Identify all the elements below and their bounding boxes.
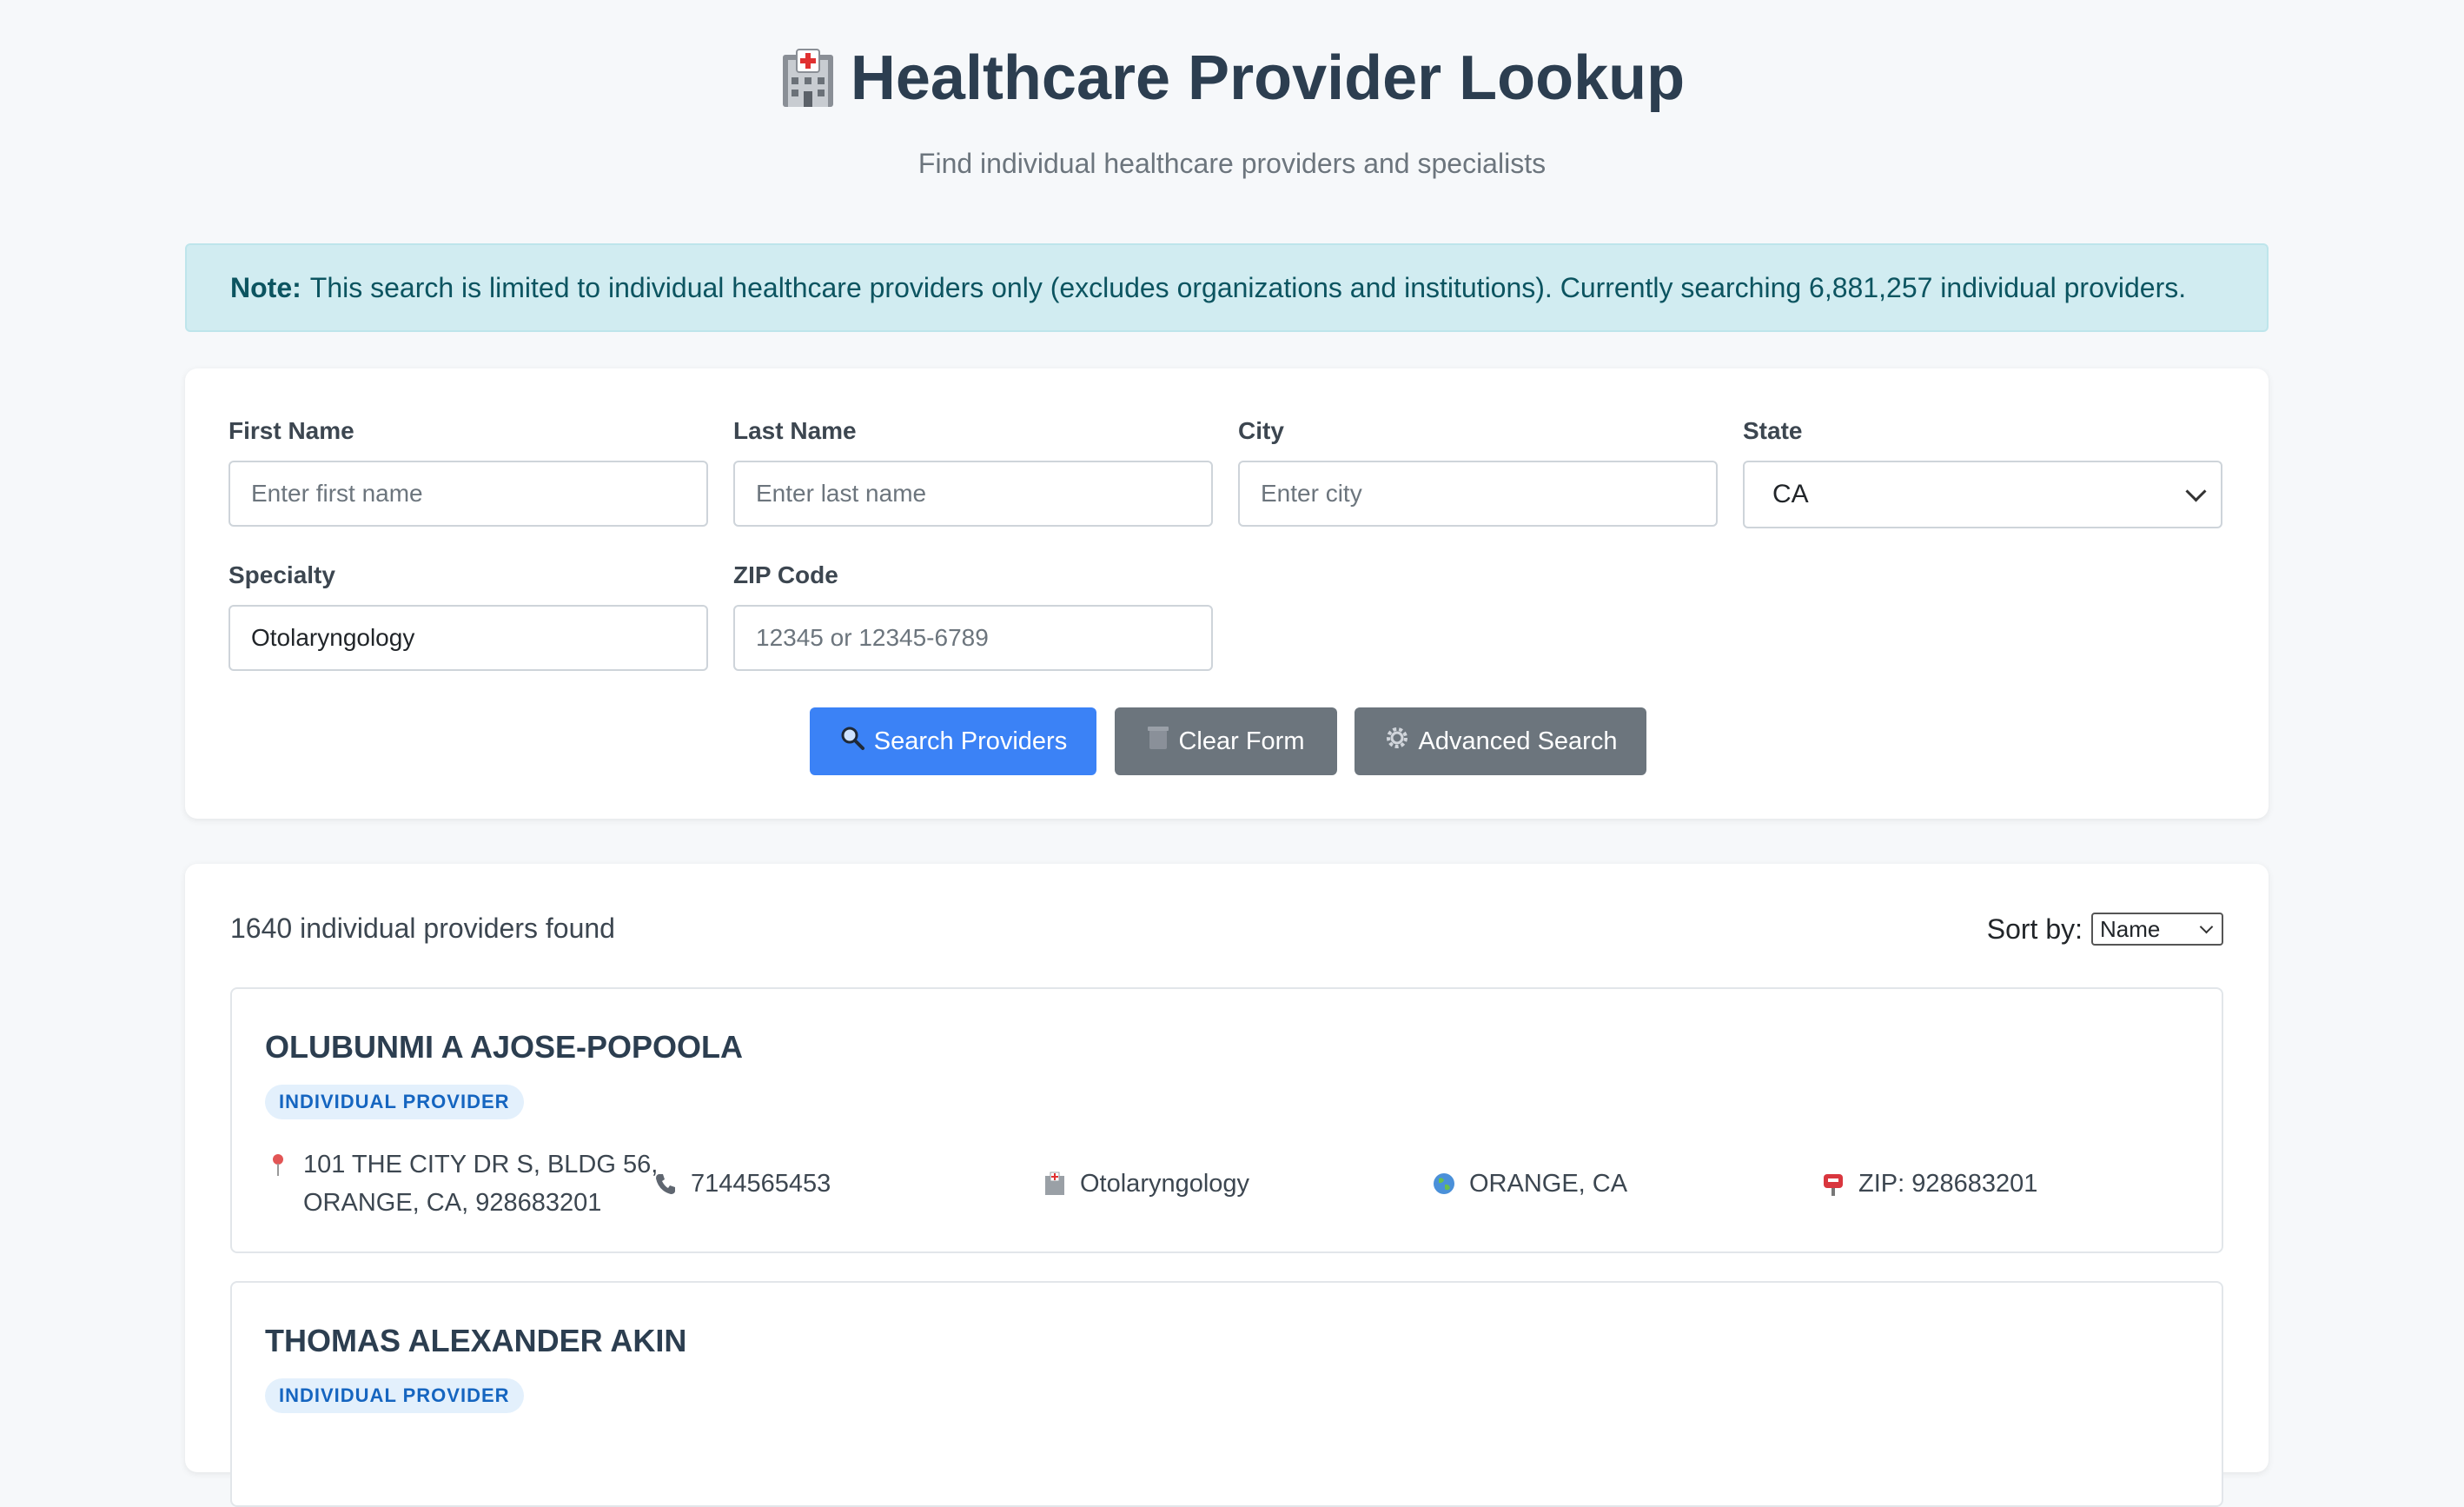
provider-zip: ZIP: 928683201 (1820, 1165, 2037, 1203)
sort-select-value: Name (2100, 915, 2161, 942)
location-text: ORANGE, CA (1469, 1170, 1628, 1198)
specialty-label: Specialty (229, 561, 335, 588)
specialty-text: Otolaryngology (1080, 1170, 1250, 1198)
sort-select[interactable]: Name (2091, 913, 2223, 946)
chevron-down-icon (2185, 480, 2207, 502)
last-name-group: Last Name (733, 417, 1213, 527)
note-label: Note: (230, 271, 301, 303)
mailbox-icon (1820, 1165, 1846, 1203)
provider-card[interactable]: THOMAS ALEXANDER AKIN INDIVIDUAL PROVIDE… (230, 1281, 2223, 1507)
first-name-group: First Name (229, 417, 708, 527)
zip-group: ZIP Code (733, 561, 1213, 671)
search-providers-label: Search Providers (873, 727, 1068, 755)
zip-label: ZIP Code (733, 561, 838, 588)
clear-form-button[interactable]: Clear Form (1115, 707, 1337, 775)
pin-icon (265, 1145, 291, 1184)
city-input[interactable] (1238, 461, 1718, 527)
search-providers-button[interactable]: Search Providers (810, 707, 1096, 775)
search-form: First Name Last Name City State CA Speci… (185, 368, 2269, 819)
provider-address: 101 THE CITY DR S, BLDG 56, ORANGE, CA, … (265, 1145, 658, 1222)
address-text: 101 THE CITY DR S, BLDG 56, ORANGE, CA, … (303, 1145, 658, 1222)
specialty-input[interactable] (229, 605, 708, 671)
gear-icon (1384, 725, 1410, 758)
address-line-2: ORANGE, CA, 928683201 (303, 1189, 602, 1217)
clear-form-label: Clear Form (1178, 727, 1305, 755)
phone-icon (652, 1165, 679, 1203)
city-group: City (1238, 417, 1718, 527)
address-line-1: 101 THE CITY DR S, BLDG 56, (303, 1151, 659, 1178)
provider-location: ORANGE, CA (1431, 1165, 1627, 1203)
results-panel: 1640 individual providers found Sort by:… (185, 864, 2269, 1507)
provider-card[interactable]: OLUBUNMI A AJOSE-POPOOLA INDIVIDUAL PROV… (230, 987, 2223, 1253)
last-name-input[interactable] (733, 461, 1213, 527)
search-icon (839, 725, 865, 758)
globe-icon (1431, 1165, 1457, 1203)
results-count: 1640 individual providers found (230, 913, 615, 944)
sort-control: Sort by: Name (1987, 913, 2223, 946)
state-select-value: CA (1772, 480, 1809, 508)
sort-label: Sort by: (1986, 913, 2083, 945)
specialty-group: Specialty (229, 561, 708, 671)
state-label: State (1743, 417, 1803, 444)
page: Healthcare Provider Lookup Find individu… (0, 0, 2464, 1507)
trash-icon (1147, 725, 1169, 758)
provider-type-badge: INDIVIDUAL PROVIDER (265, 1085, 524, 1119)
zip-input[interactable] (733, 605, 1213, 671)
page-title: Healthcare Provider Lookup (779, 47, 1685, 110)
hospital-icon (1042, 1165, 1068, 1203)
hospital-icon (779, 48, 837, 109)
provider-type-badge: INDIVIDUAL PROVIDER (265, 1378, 524, 1413)
first-name-label: First Name (229, 417, 354, 444)
advanced-search-button[interactable]: Advanced Search (1355, 707, 1646, 775)
provider-phone: 7144565453 (652, 1165, 831, 1203)
state-select[interactable]: CA (1743, 461, 2222, 528)
note-text: This search is limited to individual hea… (309, 271, 2187, 303)
city-label: City (1238, 417, 1284, 444)
header: Healthcare Provider Lookup Find individu… (0, 0, 2464, 180)
zip-text: ZIP: 928683201 (1858, 1170, 2038, 1198)
page-subtitle: Find individual healthcare providers and… (917, 148, 1547, 179)
chevron-down-icon (2199, 919, 2214, 934)
page-title-text: Healthcare Provider Lookup (850, 43, 1686, 113)
last-name-label: Last Name (733, 417, 857, 444)
advanced-search-label: Advanced Search (1418, 727, 1618, 755)
phone-text: 7144565453 (691, 1170, 831, 1198)
provider-specialty: Otolaryngology (1042, 1165, 1249, 1203)
first-name-input[interactable] (229, 461, 708, 527)
info-note: Note: This search is limited to individu… (185, 243, 2269, 332)
provider-name: OLUBUNMI A AJOSE-POPOOLA (265, 1029, 744, 1065)
provider-name: THOMAS ALEXANDER AKIN (265, 1323, 687, 1358)
state-group: State CA (1743, 417, 2222, 528)
